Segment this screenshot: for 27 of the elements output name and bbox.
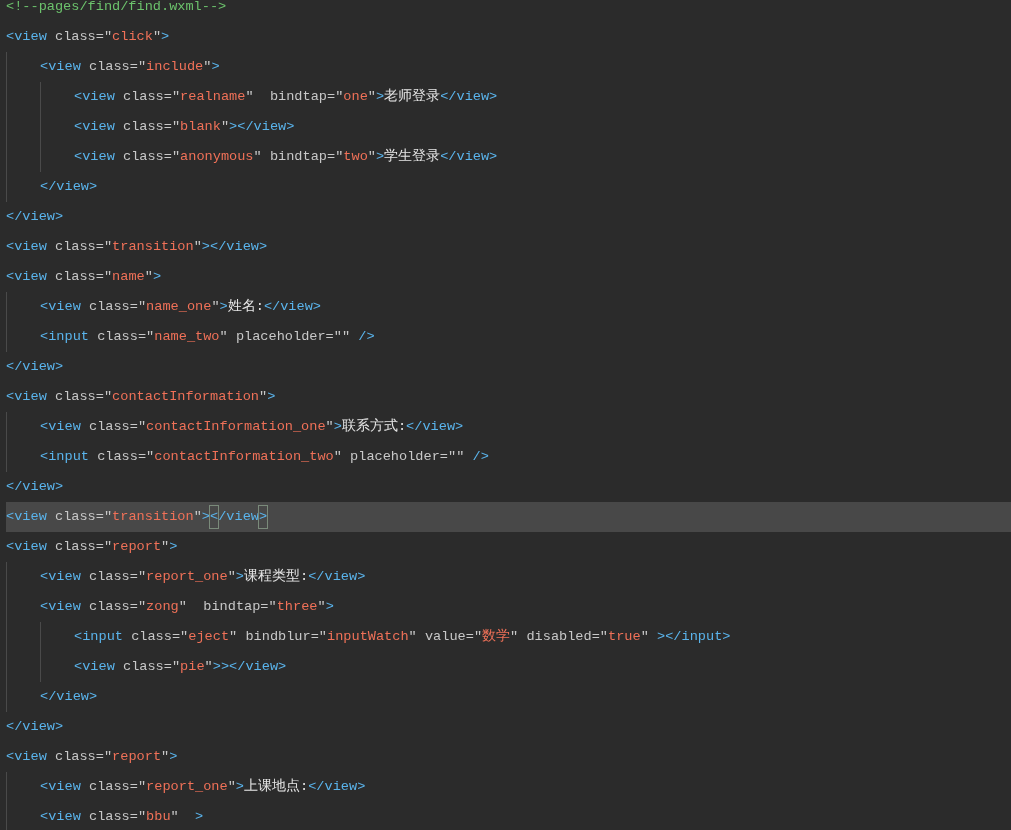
code-line: <view class="anonymous" bindtap="two">学生登录</view> (74, 147, 499, 166)
code-line: </view> (40, 178, 99, 196)
code-line: <view class="contactInformation"> (6, 388, 277, 406)
code-line: <view class="click"> (6, 28, 171, 46)
code-line: </view> (6, 478, 65, 496)
code-line: </view> (6, 718, 65, 736)
code-line: <input class="name_two" placeholder="" /> (40, 328, 376, 346)
code-line: <view class="report"> (6, 538, 179, 556)
code-line: <view class="name_one">姓名:</view> (40, 298, 322, 316)
code-line: <input class="eject" bindblur="inputWatch" value="数学" disabled="true" ></input> (74, 627, 732, 646)
code-line: <view class="report"> (6, 748, 179, 766)
code-line: <view class="report_one">上课地点:</view> (40, 777, 367, 796)
code-line: <view class="contactInformation_one">联系方式:</view> (40, 417, 465, 436)
code-line: <input class="contactInformation_two" placeholder="" /> (40, 448, 490, 466)
code-line: <view class="blank"></view> (74, 118, 296, 136)
code-line: <view class="name"> (6, 268, 163, 286)
code-line: </view> (6, 208, 65, 226)
code-line: <view class="include"> (40, 58, 221, 76)
code-line: <view class="transition"></view> (6, 238, 269, 256)
code-line: <view class="realname" bindtap="one">老师登录</view> (74, 87, 499, 106)
code-line: <!--pages/find/find.wxml--> (6, 0, 228, 16)
code-line: </view> (6, 358, 65, 376)
code-line: <view class="zong" bindtap="three"> (40, 598, 335, 616)
code-line: <view class="pie">></view> (74, 658, 288, 676)
code-line: <view class="report_one">课程类型:</view> (40, 567, 367, 586)
code-line: </view> (40, 688, 99, 706)
code-line: <view class="bbu" > (40, 808, 205, 826)
